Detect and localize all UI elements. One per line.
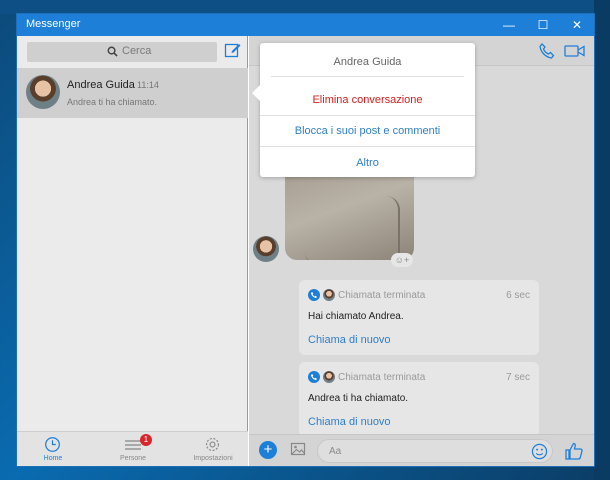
conversation-sidebar: Cerca Andrea Guida 11:14 Andrea ti ha ch…: [17, 36, 248, 466]
divider: [271, 76, 464, 77]
close-button[interactable]: ✕: [560, 14, 594, 36]
call-again-link[interactable]: Chiama di nuovo: [308, 416, 391, 428]
divider: [260, 146, 475, 147]
block-posts-item[interactable]: Blocca i suoi post e commenti: [260, 125, 475, 137]
call-card: Chiamata terminata 7 sec Andrea ti ha ch…: [299, 362, 539, 437]
phone-icon[interactable]: [537, 42, 557, 60]
bottom-nav: Home 1 Persone Impostazioni: [17, 431, 248, 466]
call-status: Chiamata terminata: [338, 290, 426, 301]
nav-home[interactable]: Home: [23, 435, 83, 465]
emoji-icon[interactable]: [531, 443, 548, 460]
message-composer: + Aa: [249, 434, 594, 466]
minimize-button[interactable]: —: [492, 14, 526, 36]
conversation-item[interactable]: Andrea Guida 11:14 Andrea ti ha chiamato…: [17, 68, 248, 118]
call-again-link[interactable]: Chiama di nuovo: [308, 334, 391, 346]
people-badge: 1: [140, 434, 152, 446]
conversation-preview: Andrea ti ha chiamato.: [67, 97, 158, 107]
phone-icon: [308, 371, 320, 383]
divider: [260, 115, 475, 116]
avatar: [323, 371, 335, 383]
nav-home-label: Home: [43, 455, 63, 462]
nav-people[interactable]: 1 Persone: [103, 434, 163, 465]
thumbs-up-icon[interactable]: [564, 441, 584, 461]
call-message: Andrea ti ha chiamato.: [308, 393, 409, 404]
conversation-context-menu: Andrea Guida Elimina conversazione Blocc…: [252, 43, 475, 177]
nav-settings[interactable]: Impostazioni: [183, 435, 243, 465]
title-bar[interactable]: Messenger — ☐ ✕: [17, 14, 594, 36]
search-input[interactable]: Cerca: [27, 42, 217, 62]
call-card: Chiamata terminata 6 sec Hai chiamato An…: [299, 280, 539, 355]
desktop-background-right: [594, 0, 610, 480]
clock-icon: [45, 437, 60, 452]
search-icon: [107, 46, 118, 57]
shared-photo[interactable]: [285, 176, 414, 260]
maximize-button[interactable]: ☐: [526, 14, 560, 36]
search-placeholder: Cerca: [122, 45, 152, 57]
call-duration: 6 sec: [506, 290, 530, 301]
conversation-time: 11:14: [137, 80, 159, 90]
desktop-background-top: [0, 0, 610, 14]
window-title: Messenger: [26, 18, 81, 30]
sender-avatar: [253, 236, 279, 262]
reaction-button[interactable]: ☺+: [391, 253, 413, 267]
popup-title: Andrea Guida: [333, 56, 402, 68]
conversation-name: Andrea Guida: [67, 79, 135, 91]
delete-conversation-item[interactable]: Elimina conversazione: [260, 94, 475, 106]
compose-icon[interactable]: [224, 41, 242, 59]
call-message: Hai chiamato Andrea.: [308, 311, 404, 322]
image-icon[interactable]: [290, 441, 306, 457]
nav-people-label: Persone: [119, 455, 147, 462]
video-call-icon[interactable]: [564, 42, 586, 60]
call-duration: 7 sec: [506, 372, 530, 383]
add-button[interactable]: +: [259, 441, 277, 459]
gear-icon: [205, 437, 220, 452]
nav-settings-label: Impostazioni: [193, 455, 233, 462]
avatar: [323, 289, 335, 301]
call-status: Chiamata terminata: [338, 372, 426, 383]
message-input[interactable]: Aa: [317, 439, 553, 463]
avatar: [26, 75, 60, 109]
phone-icon: [308, 289, 320, 301]
more-item[interactable]: Altro: [260, 157, 475, 169]
